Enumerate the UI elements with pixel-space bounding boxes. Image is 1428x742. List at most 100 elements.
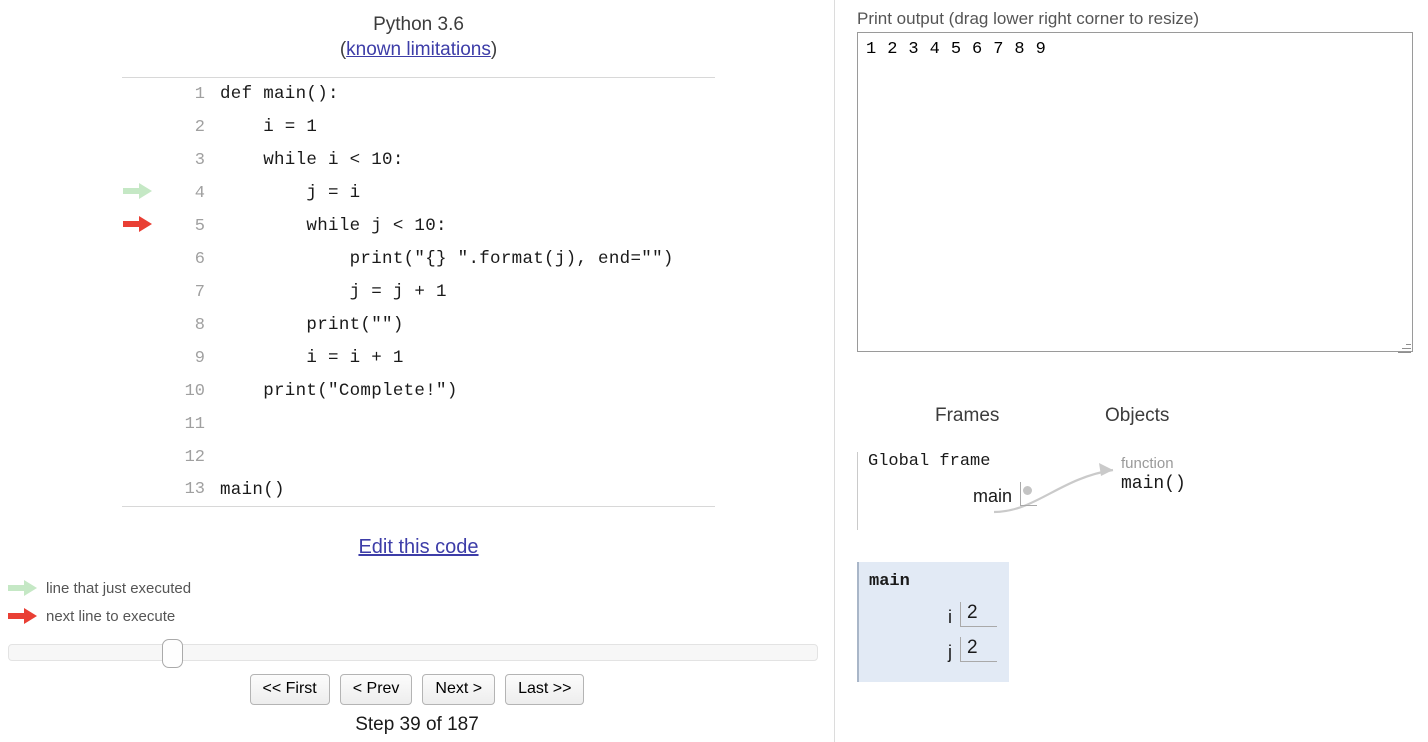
frames-heading: Frames	[935, 405, 1000, 426]
code-line-gutter	[122, 78, 172, 111]
red-arrow-icon	[123, 215, 153, 232]
legend-label-next: next line to execute	[46, 607, 176, 625]
object-function-main: function main()	[1121, 455, 1186, 495]
line-number: 13	[184, 480, 205, 500]
code-line-row[interactable]: 11	[122, 408, 715, 441]
next-button[interactable]: Next >	[422, 674, 496, 705]
code-display: 1 def main(): 2 i = 13 while i < 10: 4 j = …	[122, 77, 715, 507]
code-line-gutter	[122, 177, 172, 210]
code-line-text: i = i + 1	[220, 348, 404, 368]
line-number: 12	[184, 447, 205, 467]
line-number: 2	[194, 117, 205, 137]
line-number: 9	[194, 348, 205, 368]
red-arrow-icon	[8, 608, 38, 624]
line-number: 5	[194, 216, 205, 236]
variable-row: j 2	[869, 637, 997, 662]
code-line-gutter	[122, 243, 172, 276]
prev-button[interactable]: < Prev	[339, 674, 413, 705]
legend-row-next: next line to execute	[8, 602, 191, 630]
code-line-row[interactable]: 6 print("{} ".format(j), end="")	[122, 243, 715, 276]
code-line-row[interactable]: 9 i = i + 1	[122, 342, 715, 375]
code-line-gutter	[122, 408, 172, 441]
code-line-row[interactable]: 13 main()	[122, 474, 715, 507]
line-number: 8	[194, 315, 205, 335]
code-line-text: print("{} ".format(j), end="")	[220, 249, 674, 269]
pointer-dot-icon	[1023, 486, 1032, 495]
variable-name: i	[948, 607, 952, 627]
line-number: 6	[194, 249, 205, 269]
execution-slider[interactable]	[8, 639, 818, 668]
code-line-row[interactable]: 2 i = 1	[122, 111, 715, 144]
variable-row: main	[868, 482, 1037, 506]
variable-name: j	[948, 642, 952, 662]
green-arrow-icon	[8, 580, 38, 596]
code-line-text	[219, 408, 715, 441]
code-line-row[interactable]: 12	[122, 441, 715, 474]
code-line-text: main()	[220, 479, 285, 500]
global-frame-title: Global frame	[868, 452, 991, 471]
line-number: 1	[194, 84, 205, 104]
code-pane: Python 3.6 (known limitations) 1 def main…	[0, 0, 834, 742]
python-version-header: Python 3.6 (known limitations)	[122, 12, 715, 62]
print-output-label: Print output (drag lower right corner to…	[857, 9, 1200, 28]
variable-value: 2	[960, 637, 997, 662]
code-line-row[interactable]: 7 j = j + 1	[122, 276, 715, 309]
variable-row: i 2	[869, 602, 997, 627]
code-line-gutter	[122, 111, 172, 144]
code-line-gutter	[122, 309, 172, 342]
line-number: 10	[184, 381, 205, 401]
code-line-text: print("")	[220, 315, 404, 335]
code-line-row[interactable]: 4 j = i	[122, 177, 715, 210]
arrow-legend: line that just executed next line to exe…	[8, 574, 191, 630]
code-line-row[interactable]: 8 print("")	[122, 309, 715, 342]
known-limitations-link[interactable]: known limitations	[346, 39, 491, 60]
code-line-gutter	[122, 375, 172, 408]
code-line-text: def main():	[220, 84, 339, 105]
line-number: 7	[194, 282, 205, 302]
code-line-row[interactable]: 10 print("Complete!")	[122, 375, 715, 408]
resize-grip-icon[interactable]	[1397, 340, 1411, 354]
code-line-text: while j < 10:	[220, 216, 447, 236]
known-limitations-line: (known limitations)	[122, 37, 715, 62]
navigation-buttons: << First < Prev Next > Last >>	[0, 674, 834, 705]
object-name-label: main()	[1121, 474, 1186, 494]
code-line-gutter	[122, 210, 172, 243]
code-line-gutter	[122, 441, 172, 474]
edit-this-code-link[interactable]: Edit this code	[122, 536, 715, 559]
python-version-label: Python 3.6	[373, 14, 464, 35]
object-type-label: function	[1121, 455, 1174, 472]
code-line-text	[219, 441, 715, 474]
line-number: 11	[184, 414, 205, 434]
frame-title: main	[869, 572, 910, 591]
first-button[interactable]: << First	[249, 674, 330, 705]
code-line-text: while i < 10:	[220, 150, 404, 170]
code-line-text: print("Complete!")	[220, 381, 458, 401]
code-line-gutter	[122, 276, 172, 309]
visualization-pane: Print output (drag lower right corner to…	[835, 0, 1428, 742]
variable-value: 2	[960, 602, 997, 627]
paren-close: )	[490, 39, 498, 60]
objects-heading: Objects	[1105, 405, 1170, 426]
line-number: 3	[194, 150, 205, 170]
print-output-textarea[interactable]: 1 2 3 4 5 6 7 8 9	[857, 32, 1413, 352]
slider-handle[interactable]	[162, 639, 183, 668]
legend-row-executed: line that just executed	[8, 574, 191, 602]
last-button[interactable]: Last >>	[505, 674, 585, 705]
code-line-text: j = j + 1	[220, 282, 447, 302]
variable-pointer-box	[1020, 482, 1037, 506]
step-counter: Step 39 of 187	[355, 714, 479, 735]
variable-name: main	[972, 486, 1012, 506]
code-line-text: i = 1	[220, 117, 318, 137]
global-frame: Global frame main	[857, 452, 1037, 530]
green-arrow-icon	[123, 182, 153, 199]
code-line-row[interactable]: 3 while i < 10:	[122, 144, 715, 177]
code-line-row[interactable]: 5 while j < 10:	[122, 210, 715, 243]
code-line-text: j = i	[220, 183, 361, 203]
code-line-gutter	[122, 144, 172, 177]
code-line-row[interactable]: 1 def main():	[122, 78, 715, 111]
code-line-gutter	[122, 474, 172, 507]
line-number: 4	[194, 183, 205, 203]
frame-main: main i 2 j 2	[857, 562, 1009, 682]
code-line-gutter	[122, 342, 172, 375]
legend-label-executed: line that just executed	[46, 579, 192, 597]
